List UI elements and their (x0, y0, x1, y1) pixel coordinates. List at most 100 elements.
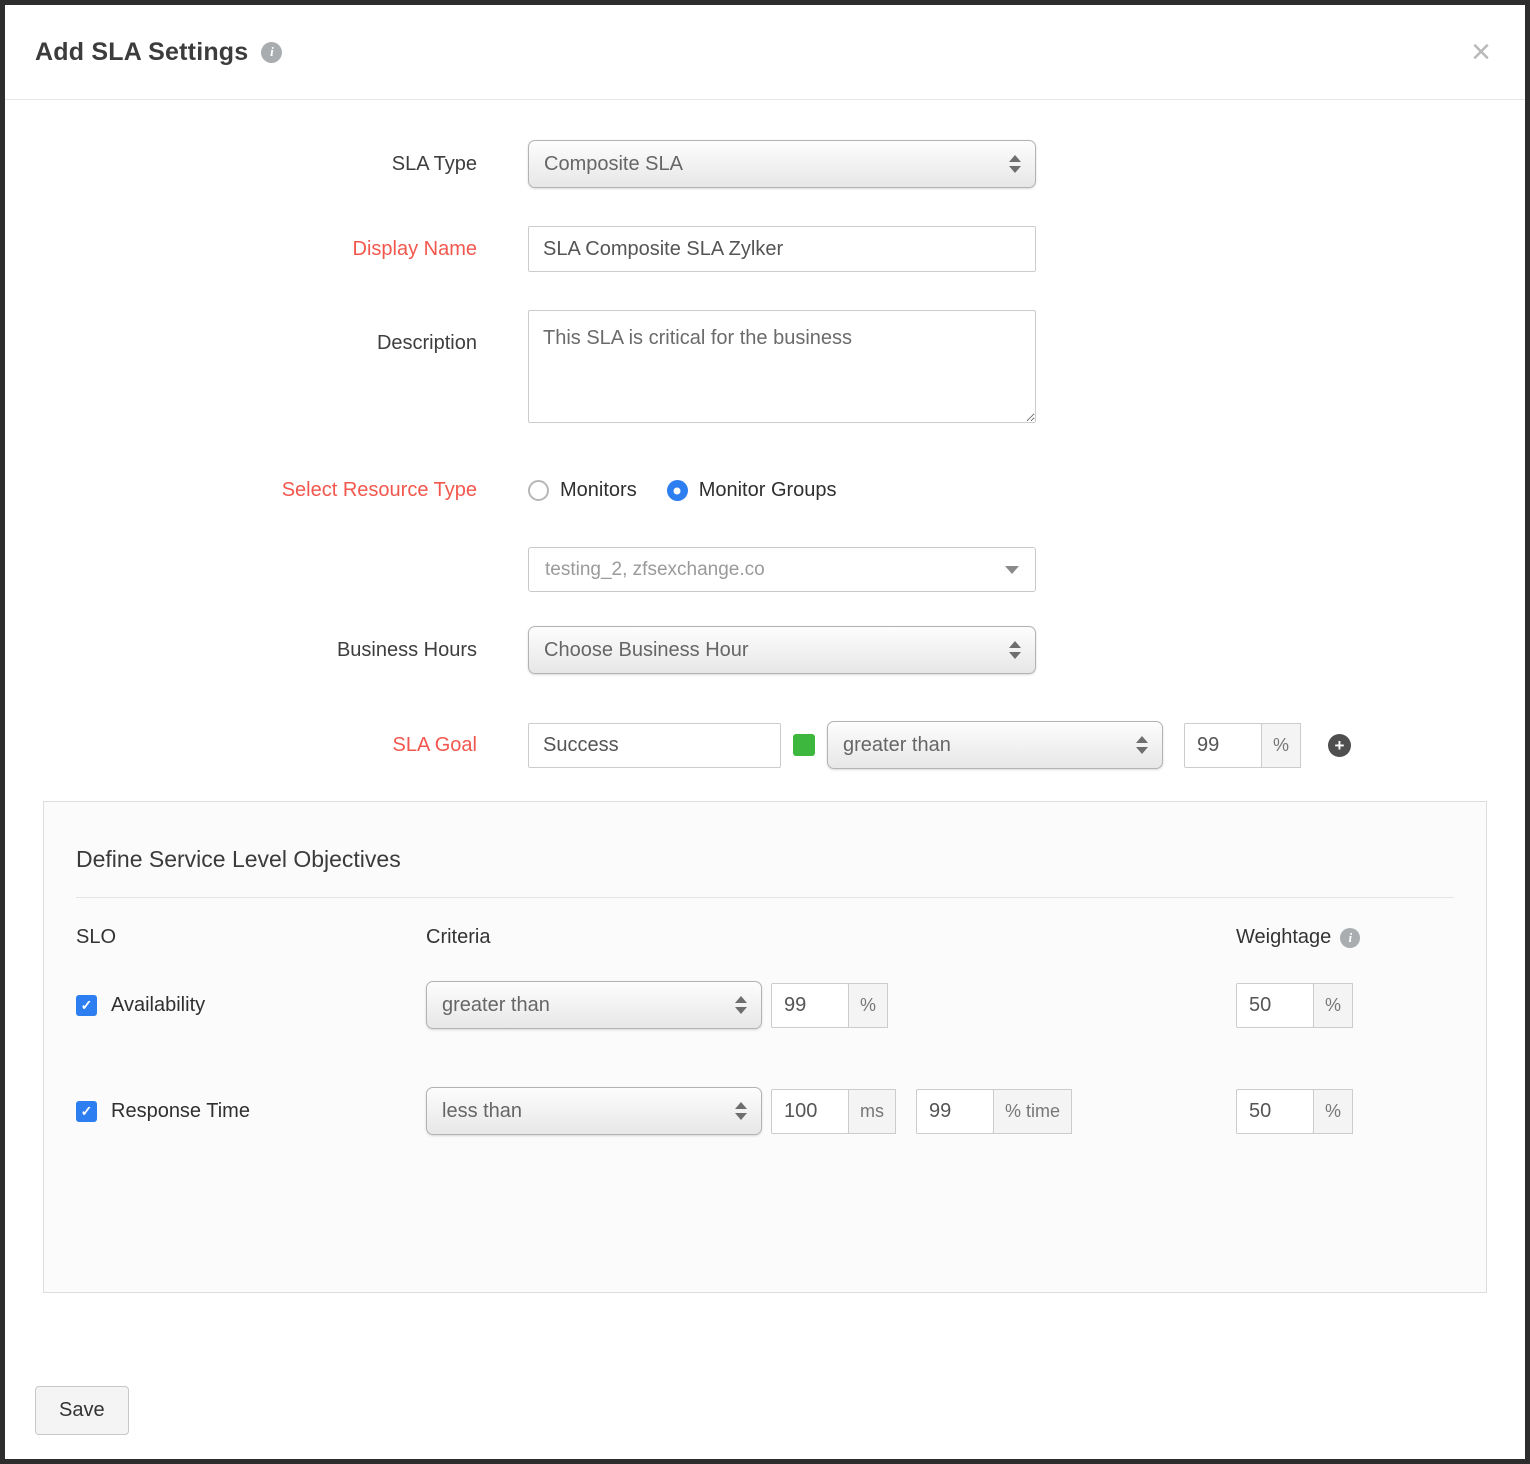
response-time-percent-group: % time (916, 1089, 1072, 1134)
arrow-down-icon (1136, 747, 1148, 754)
response-time-weightage-input[interactable] (1236, 1089, 1314, 1134)
slo-section: Define Service Level Objectives SLO Crit… (43, 801, 1487, 1293)
monitor-groups-radio[interactable]: Monitor Groups (667, 479, 837, 502)
arrow-up-icon (735, 996, 747, 1003)
status-color-swatch[interactable] (793, 734, 815, 756)
monitor-groups-select[interactable]: testing_2, zfsexchange.co (528, 547, 1036, 592)
response-time-percent-input[interactable] (916, 1089, 994, 1134)
slo-row-availability: ✓ Availability greater than % % (76, 981, 1454, 1029)
slo-table-header: SLO Criteria Weightage i (76, 926, 1454, 949)
availability-comparator-value: greater than (442, 994, 550, 1017)
response-time-checkbox[interactable]: ✓ (76, 1101, 97, 1122)
business-hours-row: Business Hours Choose Business Hour (5, 626, 1525, 674)
add-goal-icon[interactable]: + (1328, 734, 1351, 757)
availability-criteria-cell: greater than % (426, 981, 1236, 1029)
arrow-down-icon (1009, 166, 1021, 173)
business-hours-value: Choose Business Hour (544, 639, 749, 662)
arrow-up-icon (1009, 641, 1021, 648)
dialog-footer: Save (35, 1386, 129, 1435)
business-hours-select[interactable]: Choose Business Hour (528, 626, 1036, 674)
select-arrows-icon (1009, 641, 1021, 659)
sla-goal-status-input[interactable] (528, 723, 781, 768)
availability-weightage-group: % (1236, 983, 1466, 1028)
description-label: Description (5, 310, 477, 355)
select-arrows-icon (735, 1102, 747, 1120)
monitor-groups-value: testing_2, zfsexchange.co (545, 559, 765, 581)
check-icon: ✓ (81, 1103, 93, 1120)
display-name-input[interactable] (528, 226, 1036, 272)
monitor-groups-field: testing_2, zfsexchange.co (528, 547, 1036, 592)
sla-type-label: SLA Type (5, 153, 477, 176)
weightage-header-text: Weightage (1236, 926, 1331, 949)
response-time-ms-input[interactable] (771, 1089, 849, 1134)
monitors-radio[interactable]: Monitors (528, 479, 637, 502)
percent-time-suffix: % time (993, 1089, 1072, 1134)
weightage-column-header: Weightage i (1236, 926, 1466, 949)
availability-threshold-group: % (771, 983, 888, 1028)
dialog-title: Add SLA Settings (35, 38, 248, 67)
slo-column-header: SLO (76, 926, 426, 949)
display-name-field (528, 226, 1036, 272)
monitor-groups-row: testing_2, zfsexchange.co (5, 547, 1525, 592)
resource-type-options: Monitors Monitor Groups (528, 479, 837, 502)
response-time-comparator-select[interactable]: less than (426, 1087, 762, 1135)
percent-suffix: % (848, 983, 888, 1028)
percent-suffix: % (1313, 983, 1353, 1028)
slo-row-response-time: ✓ Response Time less than ms % time (76, 1087, 1454, 1135)
sla-goal-row: SLA Goal greater than % + (5, 721, 1525, 769)
info-icon[interactable]: i (261, 42, 282, 63)
response-time-label: Response Time (111, 1100, 250, 1123)
select-arrows-icon (1009, 155, 1021, 173)
availability-weightage-cell: % (1236, 983, 1466, 1028)
select-arrows-icon (735, 996, 747, 1014)
radio-unselected-icon (528, 480, 549, 501)
select-arrows-icon (1136, 736, 1148, 754)
sla-goal-label: SLA Goal (5, 734, 477, 757)
sla-type-row: SLA Type Composite SLA (5, 140, 1525, 188)
save-button[interactable]: Save (35, 1386, 129, 1435)
resource-type-label: Select Resource Type (5, 479, 477, 502)
percent-suffix: % (1313, 1089, 1353, 1134)
weightage-info-icon[interactable]: i (1340, 928, 1360, 948)
dialog-header: Add SLA Settings i × (5, 5, 1525, 100)
criteria-column-header: Criteria (426, 926, 1236, 949)
description-textarea[interactable]: This SLA is critical for the business (528, 310, 1036, 423)
arrow-down-icon (735, 1007, 747, 1014)
sla-goal-comparator-select[interactable]: greater than (827, 721, 1163, 769)
arrow-up-icon (1009, 155, 1021, 162)
business-hours-field: Choose Business Hour (528, 626, 1036, 674)
sla-type-select[interactable]: Composite SLA (528, 140, 1036, 188)
sla-goal-threshold-group: % (1184, 723, 1301, 768)
display-name-row: Display Name (5, 226, 1525, 272)
arrow-down-icon (735, 1113, 747, 1120)
response-time-comparator-value: less than (442, 1100, 522, 1123)
response-time-name-cell: ✓ Response Time (76, 1100, 426, 1123)
check-icon: ✓ (81, 997, 93, 1014)
ms-suffix: ms (848, 1089, 896, 1134)
availability-comparator-select[interactable]: greater than (426, 981, 762, 1029)
description-field: This SLA is critical for the business (528, 310, 1036, 423)
arrow-up-icon (1136, 736, 1148, 743)
sla-goal-threshold-input[interactable] (1184, 723, 1262, 768)
sla-goal-comparator-value: greater than (843, 734, 951, 757)
sla-goal-field: greater than % + (528, 721, 1351, 769)
response-time-weightage-cell: % (1236, 1089, 1466, 1134)
response-time-weightage-group: % (1236, 1089, 1466, 1134)
close-icon[interactable]: × (1471, 35, 1491, 69)
arrow-down-icon (1009, 652, 1021, 659)
display-name-label: Display Name (5, 238, 477, 261)
monitor-groups-radio-label: Monitor Groups (699, 479, 837, 502)
radio-selected-icon (667, 480, 688, 501)
slo-section-title: Define Service Level Objectives (76, 846, 1454, 898)
resource-type-row: Select Resource Type Monitors Monitor Gr… (5, 479, 1525, 502)
response-time-criteria-cell: less than ms % time (426, 1087, 1236, 1135)
response-time-ms-group: ms (771, 1089, 896, 1134)
availability-threshold-input[interactable] (771, 983, 849, 1028)
caret-down-icon (1005, 566, 1019, 574)
sla-type-value: Composite SLA (544, 153, 683, 176)
sla-form: SLA Type Composite SLA Display Name Desc… (5, 100, 1525, 769)
availability-checkbox[interactable]: ✓ (76, 995, 97, 1016)
availability-weightage-input[interactable] (1236, 983, 1314, 1028)
monitors-radio-label: Monitors (560, 479, 637, 502)
business-hours-label: Business Hours (5, 639, 477, 662)
